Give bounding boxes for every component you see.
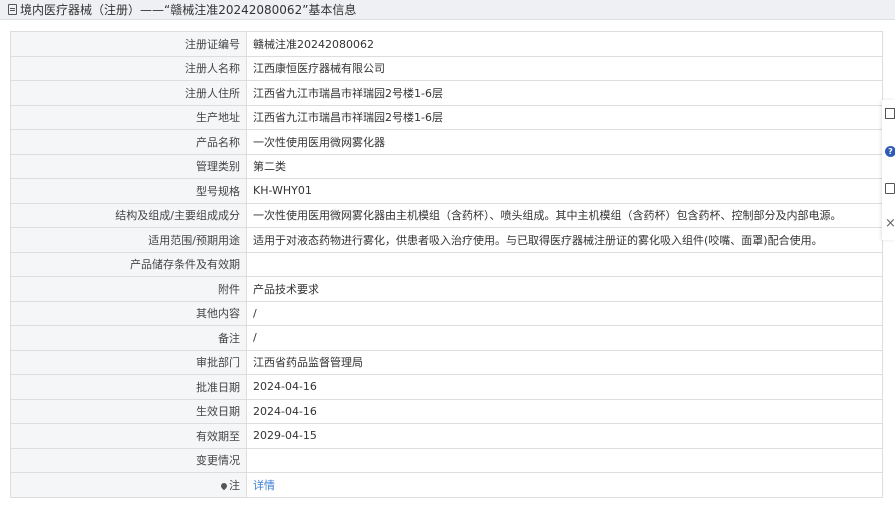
table-row: 生产地址 江西省九江市瑞昌市祥瑞园2号楼1-6层 xyxy=(10,104,883,130)
row-value: 2029-04-15 xyxy=(246,423,883,449)
table-row: 备注 / xyxy=(10,325,883,351)
row-value: 赣械注准20242080062 xyxy=(246,31,883,57)
row-value: 江西省九江市瑞昌市祥瑞园2号楼1-6层 xyxy=(246,104,883,130)
table-row: 型号规格 KH-WHY01 xyxy=(10,178,883,204)
close-icon[interactable]: × xyxy=(885,217,895,230)
row-value xyxy=(246,251,883,277)
edit-icon[interactable] xyxy=(885,108,895,119)
pin-icon xyxy=(219,481,229,490)
row-label: 产品储存条件及有效期 xyxy=(10,251,247,277)
row-label: 注册人名称 xyxy=(10,55,247,81)
row-value xyxy=(246,447,883,473)
row-label: 适用范围/预期用途 xyxy=(10,227,247,253)
detail-link[interactable]: 详情 xyxy=(253,479,275,492)
table-row: 注册证编号 赣械注准20242080062 xyxy=(10,31,883,57)
table-row: 审批部门 江西省药品监督管理局 xyxy=(10,349,883,375)
row-value: / xyxy=(246,325,883,351)
table-row: 注册人住所 江西省九江市瑞昌市祥瑞园2号楼1-6层 xyxy=(10,80,883,106)
floating-toolbar: ? × xyxy=(882,100,895,240)
row-label: 有效期至 xyxy=(10,423,247,449)
row-label: 注册人住所 xyxy=(10,80,247,106)
note-label-cell: 注 xyxy=(10,472,247,498)
table-row: 生效日期 2024-04-16 xyxy=(10,398,883,424)
row-label: 附件 xyxy=(10,276,247,302)
row-value: 江西省九江市瑞昌市祥瑞园2号楼1-6层 xyxy=(246,80,883,106)
table-row: 批准日期 2024-04-16 xyxy=(10,374,883,400)
row-value: 产品技术要求 xyxy=(246,276,883,302)
row-label: 型号规格 xyxy=(10,178,247,204)
document-icon xyxy=(8,4,17,15)
row-value: 第二类 xyxy=(246,153,883,179)
row-label: 结构及组成/主要组成成分 xyxy=(10,202,247,228)
row-label: 生效日期 xyxy=(10,398,247,424)
row-value: 2024-04-16 xyxy=(246,374,883,400)
table-row: 变更情况 xyxy=(10,447,883,473)
row-value: 江西康恒医疗器械有限公司 xyxy=(246,55,883,81)
row-value: 一次性使用医用微网雾化器 xyxy=(246,129,883,155)
note-row: 注 详情 xyxy=(10,472,883,498)
row-label: 管理类别 xyxy=(10,153,247,179)
row-label: 变更情况 xyxy=(10,447,247,473)
table-row: 有效期至 2029-04-15 xyxy=(10,423,883,449)
row-value: 江西省药品监督管理局 xyxy=(246,349,883,375)
table-row: 管理类别 第二类 xyxy=(10,153,883,179)
page-header: 境内医疗器械（注册）——“赣械注准20242080062”基本信息 xyxy=(0,0,895,20)
note-label: 注 xyxy=(229,478,240,492)
note-value-cell: 详情 xyxy=(246,472,883,498)
row-label: 备注 xyxy=(10,325,247,351)
table-row: 适用范围/预期用途 适用于对液态药物进行雾化，供患者吸入治疗使用。与已取得医疗器械… xyxy=(10,227,883,253)
row-value: 一次性使用医用微网雾化器由主机模组（含药杯）、喷头组成。其中主机模组（含药杯）包… xyxy=(246,202,883,228)
info-table: 注册证编号 赣械注准20242080062 注册人名称 江西康恒医疗器械有限公司 注… xyxy=(10,31,883,498)
table-row: 注册人名称 江西康恒医疗器械有限公司 xyxy=(10,55,883,81)
page-title: 境内医疗器械（注册）——“赣械注准20242080062”基本信息 xyxy=(20,3,357,17)
row-label: 产品名称 xyxy=(10,129,247,155)
table-row: 结构及组成/主要组成成分 一次性使用医用微网雾化器由主机模组（含药杯）、喷头组成。… xyxy=(10,202,883,228)
row-value: 适用于对液态药物进行雾化，供患者吸入治疗使用。与已取得医疗器械注册证的雾化吸入组… xyxy=(246,227,883,253)
table-row: 其他内容 / xyxy=(10,300,883,326)
row-value: 2024-04-16 xyxy=(246,398,883,424)
table-row: 产品名称 一次性使用医用微网雾化器 xyxy=(10,129,883,155)
row-label: 审批部门 xyxy=(10,349,247,375)
table-row: 产品储存条件及有效期 xyxy=(10,251,883,277)
row-label: 批准日期 xyxy=(10,374,247,400)
help-icon[interactable]: ? xyxy=(885,146,895,157)
row-label: 生产地址 xyxy=(10,104,247,130)
row-value: KH-WHY01 xyxy=(246,178,883,204)
row-label: 注册证编号 xyxy=(10,31,247,57)
row-value: / xyxy=(246,300,883,326)
print-icon[interactable] xyxy=(885,183,895,194)
table-row: 附件 产品技术要求 xyxy=(10,276,883,302)
row-label: 其他内容 xyxy=(10,300,247,326)
